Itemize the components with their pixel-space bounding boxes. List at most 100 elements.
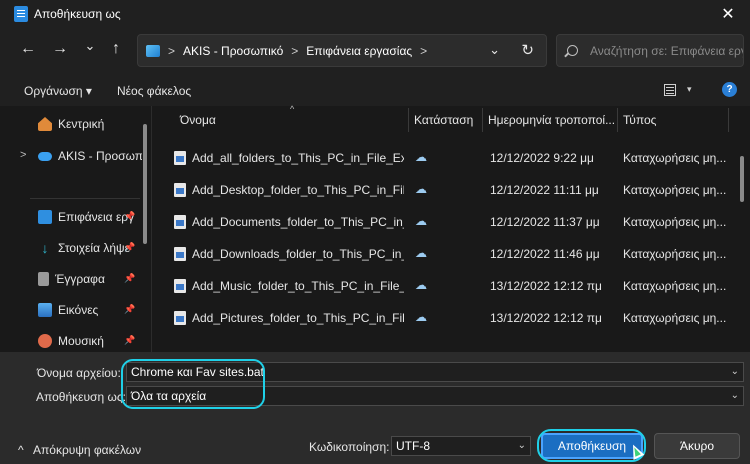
file-type: Καταχωρήσεις μη... xyxy=(623,151,727,165)
hide-folders-label: Απόκρυψη φακέλων xyxy=(32,443,142,457)
file-name: Add_Music_folder_to_This_PC_in_File_Exp.… xyxy=(192,279,404,293)
savetype-value: Όλα τα αρχεία xyxy=(131,389,207,403)
cancel-button[interactable]: Άκυρο xyxy=(654,433,740,459)
breadcrumb-desktop[interactable]: Επιφάνεια εργασίας xyxy=(306,44,412,58)
registry-file-icon xyxy=(174,247,186,261)
divider xyxy=(30,198,140,199)
file-type: Καταχωρήσεις μη... xyxy=(623,183,727,197)
file-row[interactable]: Add_Downloads_folder_to_This_PC_in_Fil..… xyxy=(170,238,730,270)
encoding-label: Κωδικοποίηση: xyxy=(309,440,390,454)
pin-icon: 📌 xyxy=(124,211,136,221)
cloud-status-icon: ☁ xyxy=(415,246,427,260)
search-icon xyxy=(567,45,578,56)
hide-folders-button[interactable]: ^ Απόκρυψη φακέλων xyxy=(18,443,141,457)
filename-value: Chrome και Fav sites.bat xyxy=(131,365,264,379)
notepad-icon xyxy=(14,6,28,22)
file-row[interactable]: Add_Desktop_folder_to_This_PC_in_File_E.… xyxy=(170,174,730,206)
file-date: 12/12/2022 11:37 μμ xyxy=(490,215,600,229)
file-row[interactable]: Add_Music_folder_to_This_PC_in_File_Exp.… xyxy=(170,270,730,302)
sidebar-item-label: Στοιχεία λήψε xyxy=(58,241,130,255)
savetype-select[interactable]: Όλα τα αρχεία ⌄ xyxy=(126,386,744,406)
cloud-icon xyxy=(38,151,52,161)
column-header-status[interactable]: Κατάσταση xyxy=(408,106,482,134)
command-bar: Οργάνωση ▾ Νέος φάκελος ▾ ? xyxy=(0,76,750,106)
cloud-status-icon: ☁ xyxy=(415,278,427,292)
registry-file-icon xyxy=(174,311,186,325)
file-type: Καταχωρήσεις μη... xyxy=(623,247,727,261)
pin-icon: 📌 xyxy=(124,304,136,314)
cloud-status-icon: ☁ xyxy=(415,214,427,228)
search-input[interactable]: Αναζήτηση σε: Επιφάνεια εργ xyxy=(590,44,743,58)
breadcrumb-cloud[interactable]: AKIS - Προσωπικό xyxy=(183,44,283,58)
file-list-scrollbar[interactable] xyxy=(740,156,744,202)
up-button[interactable]: ↑ xyxy=(106,40,126,58)
address-dropdown-icon[interactable]: ⌄ xyxy=(489,42,500,58)
file-row[interactable]: Add_Documents_folder_to_This_PC_in_Fil..… xyxy=(170,206,730,238)
navigation-pane: Κεντρική > AKIS - Προσωπικό Επιφάνεια ερ… xyxy=(0,106,152,352)
file-name: Add_Pictures_folder_to_This_PC_in_File_E… xyxy=(192,311,404,325)
desktop-icon xyxy=(38,210,52,224)
pin-icon: 📌 xyxy=(124,335,136,345)
back-button[interactable]: ← xyxy=(18,40,38,58)
column-header-type[interactable]: Τύπος xyxy=(617,106,727,134)
forward-button[interactable]: → xyxy=(50,40,70,58)
help-icon[interactable]: ? xyxy=(722,82,737,97)
address-bar[interactable]: > AKIS - Προσωπικό > Επιφάνεια εργασίας … xyxy=(137,34,547,67)
expand-chevron-icon[interactable]: > xyxy=(20,149,26,161)
breadcrumb-separator: > xyxy=(168,43,176,58)
registry-file-icon xyxy=(174,279,186,293)
registry-file-icon xyxy=(174,151,186,165)
pictures-icon xyxy=(38,303,52,317)
organize-button[interactable]: Οργάνωση ▾ xyxy=(24,84,92,98)
sidebar-item-label: Μουσική xyxy=(58,334,104,348)
registry-file-icon xyxy=(174,215,186,229)
encoding-select[interactable]: UTF-8 ⌄ xyxy=(391,436,531,456)
file-row[interactable]: Add_Pictures_folder_to_This_PC_in_File_E… xyxy=(170,302,730,334)
column-header-date[interactable]: Ημερομηνία τροποποί... xyxy=(482,106,617,134)
file-row[interactable]: Add_all_folders_to_This_PC_in_File_Explo… xyxy=(170,142,730,174)
registry-file-icon xyxy=(174,183,186,197)
cloud-status-icon: ☁ xyxy=(415,150,427,164)
window-title: Αποθήκευση ως xyxy=(34,7,121,21)
pin-icon: 📌 xyxy=(124,273,136,283)
sidebar-item-label: Εικόνες xyxy=(58,303,99,317)
title-bar: Αποθήκευση ως ✕ xyxy=(0,0,750,28)
file-name: Add_Documents_folder_to_This_PC_in_Fil..… xyxy=(192,215,404,229)
file-date: 12/12/2022 11:46 μμ xyxy=(490,247,600,261)
sidebar-item-label: Έγγραφα xyxy=(55,272,105,286)
encoding-value: UTF-8 xyxy=(396,439,430,453)
new-folder-button[interactable]: Νέος φάκελος xyxy=(117,84,191,98)
file-name: Add_all_folders_to_This_PC_in_File_Explo… xyxy=(192,151,404,165)
filename-input[interactable]: Chrome και Fav sites.bat ⌄ xyxy=(126,362,744,382)
chevron-down-icon[interactable]: ⌄ xyxy=(518,440,526,451)
search-box[interactable]: Αναζήτηση σε: Επιφάνεια εργ xyxy=(556,34,744,67)
desktop-folder-icon xyxy=(146,44,160,57)
home-icon xyxy=(38,117,52,131)
navigation-bar: ← → ⌄ ↑ > AKIS - Προσωπικό > Επιφάνεια ε… xyxy=(0,32,750,70)
sidebar-item-label: Κεντρική xyxy=(58,117,105,131)
file-date: 12/12/2022 9:22 μμ xyxy=(490,151,594,165)
sidebar-item-home[interactable]: Κεντρική xyxy=(38,114,142,134)
sort-ascending-icon: ^ xyxy=(290,104,295,114)
column-header-label: Τύπος xyxy=(623,113,657,127)
file-type: Καταχωρήσεις μη... xyxy=(623,311,727,325)
recent-locations-button[interactable]: ⌄ xyxy=(80,38,100,54)
sidebar-item-onedrive[interactable]: AKIS - Προσωπικό xyxy=(38,146,142,166)
file-list: Όνομα ^ Κατάσταση Ημερομηνία τροποποί...… xyxy=(158,104,750,352)
view-dropdown-icon[interactable]: ▾ xyxy=(687,84,692,95)
column-header-label: Ημερομηνία τροποποί... xyxy=(488,113,616,127)
refresh-icon[interactable]: ↻ xyxy=(521,41,534,59)
savetype-label: Αποθήκευση ως: xyxy=(36,390,126,404)
close-button[interactable]: ✕ xyxy=(714,2,742,26)
chevron-down-icon[interactable]: ⌄ xyxy=(731,390,739,401)
chevron-down-icon[interactable]: ⌄ xyxy=(731,366,739,377)
sidebar-scrollbar[interactable] xyxy=(143,124,147,244)
cloud-status-icon: ☁ xyxy=(415,310,427,324)
column-separator[interactable] xyxy=(728,108,729,132)
file-date: 13/12/2022 12:12 πμ xyxy=(490,311,602,325)
file-type: Καταχωρήσεις μη... xyxy=(623,215,727,229)
file-date: 13/12/2022 12:12 πμ xyxy=(490,279,602,293)
view-options-icon[interactable] xyxy=(664,84,676,96)
breadcrumb-separator[interactable]: > xyxy=(420,44,427,58)
download-icon: ↓ xyxy=(41,240,49,256)
